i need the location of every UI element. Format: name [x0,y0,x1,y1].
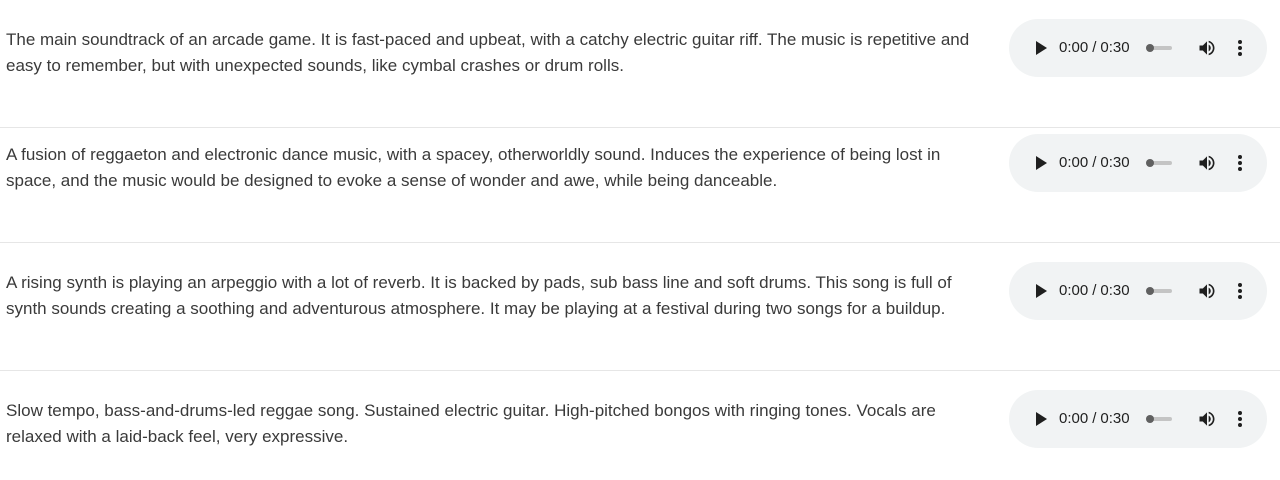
progress-slider[interactable] [1146,287,1172,295]
play-icon [1036,41,1047,55]
track-row: A rising synth is playing an arpeggio wi… [0,243,1280,371]
track-description: Slow tempo, bass-and-drums-led reggae so… [6,401,936,446]
play-button[interactable] [1029,279,1053,303]
volume-icon [1199,40,1215,56]
track-row: The main soundtrack of an arcade game. I… [0,0,1280,128]
audio-player: 0:00/0:30 [1009,19,1267,77]
current-time: 0:00 [1059,282,1089,299]
volume-icon [1199,155,1215,171]
duration: 0:30 [1100,282,1130,299]
duration: 0:30 [1100,39,1130,56]
more-options-button[interactable] [1230,407,1250,431]
more-options-button[interactable] [1230,36,1250,60]
current-time: 0:00 [1059,154,1089,171]
audio-player: 0:00/0:30 [1009,390,1267,448]
progress-slider[interactable] [1146,415,1172,423]
more-options-button[interactable] [1230,279,1250,303]
time-display: 0:00/0:30 [1059,153,1130,173]
volume-button[interactable] [1195,151,1219,175]
volume-button[interactable] [1195,407,1219,431]
progress-thumb[interactable] [1146,415,1154,423]
current-time: 0:00 [1059,39,1089,56]
track-description: The main soundtrack of an arcade game. I… [6,30,970,75]
time-display: 0:00/0:30 [1059,409,1130,429]
volume-button[interactable] [1195,279,1219,303]
time-separator: / [1092,39,1097,56]
progress-slider[interactable] [1146,159,1172,167]
play-button[interactable] [1029,151,1053,175]
more-vertical-icon [1238,411,1242,427]
play-icon [1036,284,1047,298]
more-options-button[interactable] [1230,151,1250,175]
track-list: The main soundtrack of an arcade game. I… [0,0,1280,480]
play-icon [1036,156,1047,170]
time-display: 0:00/0:30 [1059,281,1130,301]
track-row: Slow tempo, bass-and-drums-led reggae so… [0,371,1280,480]
current-time: 0:00 [1059,410,1089,427]
play-button[interactable] [1029,36,1053,60]
more-vertical-icon [1238,283,1242,299]
duration: 0:30 [1100,410,1130,427]
progress-thumb[interactable] [1146,287,1154,295]
progress-thumb[interactable] [1146,159,1154,167]
track-row: A fusion of reggaeton and electronic dan… [0,115,1280,243]
duration: 0:30 [1100,154,1130,171]
audio-player: 0:00/0:30 [1009,262,1267,320]
time-display: 0:00/0:30 [1059,38,1130,58]
time-separator: / [1092,410,1097,427]
play-button[interactable] [1029,407,1053,431]
more-vertical-icon [1238,155,1242,171]
track-description: A fusion of reggaeton and electronic dan… [6,145,941,190]
volume-icon [1199,283,1215,299]
audio-player: 0:00/0:30 [1009,134,1267,192]
track-description: A rising synth is playing an arpeggio wi… [6,273,952,318]
progress-slider[interactable] [1146,44,1172,52]
progress-thumb[interactable] [1146,44,1154,52]
time-separator: / [1092,154,1097,171]
time-separator: / [1092,282,1097,299]
more-vertical-icon [1238,40,1242,56]
volume-button[interactable] [1195,36,1219,60]
volume-icon [1199,411,1215,427]
play-icon [1036,412,1047,426]
